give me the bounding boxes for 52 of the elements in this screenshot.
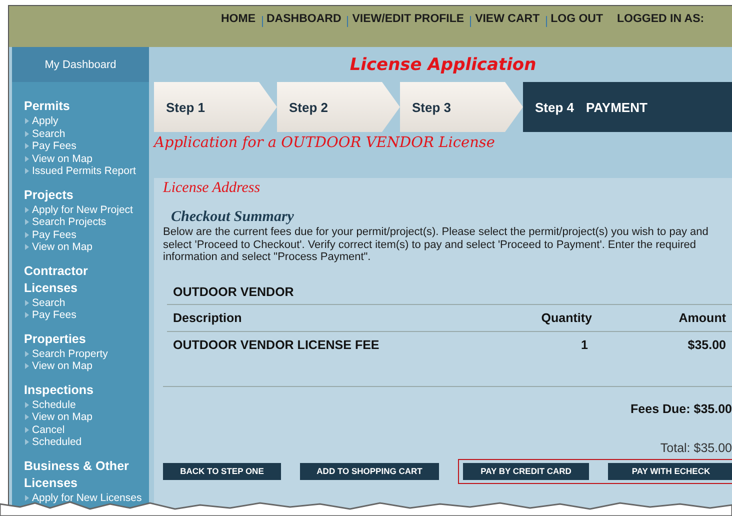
sidebar-heading: Contractor Licenses xyxy=(24,262,89,296)
column-header: Quantity xyxy=(540,310,592,324)
sidebar-link[interactable]: Search xyxy=(24,128,66,140)
nav-link[interactable]: VIEW/EDIT PROFILE xyxy=(352,13,464,25)
sidebar-link[interactable]: Issued Permits Report xyxy=(24,165,136,178)
sidebar-link[interactable]: View on Map xyxy=(24,241,93,254)
column-header: Description xyxy=(173,310,243,324)
nav-link[interactable]: HOME xyxy=(221,13,256,25)
sidebar-link[interactable]: View on Map xyxy=(24,411,93,424)
sidebar-link[interactable]: Cancel xyxy=(24,424,65,436)
column-header: Amount xyxy=(678,310,726,324)
sidebar-link[interactable]: View on Map xyxy=(24,360,93,372)
sidebar-heading: Business & Other Licenses xyxy=(24,458,130,492)
payment-button[interactable]: PAY BY CREDIT CARD xyxy=(463,462,589,480)
step-tab[interactable]: Step 4 PAYMENT xyxy=(523,82,732,132)
action-button[interactable]: ADD TO SHOPPING CART xyxy=(300,462,439,480)
step-tab[interactable]: Step 3 xyxy=(400,82,523,132)
sidebar-link[interactable]: Search Property xyxy=(24,348,108,360)
dashboard-link[interactable]: My Dashboard xyxy=(12,47,149,82)
sidebar-heading: Inspections xyxy=(24,382,94,398)
nav-link[interactable]: DASHBOARD xyxy=(266,13,342,25)
instructions-text: Below are the current fees due for your permit/project(s). Please select the permit/project(s) you wish to pay and select 'Proceed to Checkout'. Verify correct item(s) to pay and select 'Proceed to Payment'. Enter the required information and select "Process Payment". xyxy=(163,226,710,264)
page-title: License Application xyxy=(348,54,538,76)
sidebar-link[interactable]: View on Map xyxy=(24,152,93,165)
application-title: Application for a OUTDOOR VENDOR License xyxy=(154,134,496,153)
table-cell-text: 1 xyxy=(580,338,589,352)
step-tab[interactable]: Step 2 xyxy=(277,82,400,132)
table-cell-text: OUTDOOR VENDOR LICENSE FEE xyxy=(173,338,380,352)
table-group-title: OUTDOOR VENDOR xyxy=(173,284,294,298)
fees-due: Fees Due: $35.00 xyxy=(630,402,732,416)
action-button[interactable]: BACK TO STEP ONE xyxy=(163,462,281,480)
table-cell-text: $35.00 xyxy=(686,338,726,352)
section-title: License Address xyxy=(163,180,262,197)
total: Total: $35.00 xyxy=(660,440,732,454)
sidebar-link[interactable]: Search xyxy=(24,296,66,309)
nav-link[interactable]: LOG OUT xyxy=(550,13,603,25)
sidebar-link[interactable]: Pay Fees xyxy=(24,309,76,322)
sidebar-link[interactable]: Search Projects xyxy=(24,216,106,228)
nav-link[interactable]: VIEW CART xyxy=(475,13,540,25)
sidebar-link[interactable]: Pay Fees xyxy=(24,228,76,241)
sidebar-heading: Permits xyxy=(24,98,71,115)
payment-button[interactable]: PAY WITH ECHECK xyxy=(608,462,732,480)
sidebar-link[interactable]: Scheduled xyxy=(24,436,82,448)
logged-in-label: LOGGED IN AS: xyxy=(616,13,704,25)
checkout-title: Checkout Summary xyxy=(171,209,295,226)
sidebar-heading: Properties xyxy=(24,330,87,348)
sidebar-heading: Projects xyxy=(24,186,74,204)
sidebar-link[interactable]: Apply xyxy=(24,115,58,128)
sidebar-link[interactable]: Schedule xyxy=(24,398,76,411)
step-tab[interactable]: Step 1 xyxy=(154,82,277,132)
sidebar-link[interactable]: Pay Fees xyxy=(24,140,76,152)
sidebar-link[interactable]: Apply for New Project xyxy=(24,204,133,216)
